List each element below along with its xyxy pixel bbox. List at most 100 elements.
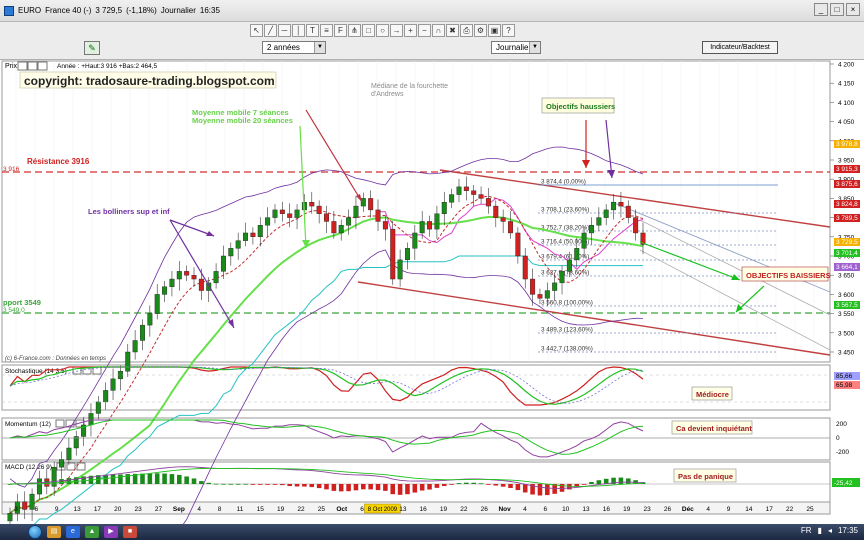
candle-body[interactable] xyxy=(243,232,249,241)
candle-body[interactable] xyxy=(7,513,13,522)
candle-body[interactable] xyxy=(36,478,42,495)
indicator-backtest-button[interactable]: Indicateur/Backtest xyxy=(702,41,778,54)
candle-body[interactable] xyxy=(559,271,565,284)
candle-body[interactable] xyxy=(154,294,160,314)
candle-body[interactable] xyxy=(95,401,101,414)
magnet-icon[interactable]: ∩ xyxy=(432,24,445,37)
candle-body[interactable] xyxy=(427,221,433,230)
candle-body[interactable] xyxy=(552,282,558,291)
candle-body[interactable] xyxy=(338,225,344,234)
candle-body[interactable] xyxy=(515,232,521,257)
candle-body[interactable] xyxy=(412,232,418,249)
minimize-button[interactable]: _ xyxy=(814,3,828,16)
draw-mode-icon[interactable]: ✎ xyxy=(84,41,100,55)
candle-body[interactable] xyxy=(206,282,212,291)
candle-body[interactable] xyxy=(485,198,491,207)
candle-body[interactable] xyxy=(331,221,337,234)
language-indicator[interactable]: FR xyxy=(801,526,812,535)
candle-body[interactable] xyxy=(566,259,572,272)
andrews-tool-icon[interactable]: ⋔ xyxy=(348,24,361,37)
candle-body[interactable] xyxy=(618,202,624,207)
candle-body[interactable] xyxy=(346,217,352,226)
zoom-in-icon[interactable]: + xyxy=(404,24,417,37)
candle-body[interactable] xyxy=(169,278,175,287)
candle-body[interactable] xyxy=(103,390,109,403)
volume-icon[interactable]: ◂ xyxy=(828,526,832,535)
candle-body[interactable] xyxy=(140,324,145,341)
chart-app-icon[interactable]: ▲ xyxy=(85,526,99,538)
candle-body[interactable] xyxy=(198,278,204,291)
panel-close-icon[interactable] xyxy=(37,61,48,71)
candle-body[interactable] xyxy=(633,217,639,234)
candle-body[interactable] xyxy=(471,190,477,195)
candle-body[interactable] xyxy=(228,248,234,257)
candle-body[interactable] xyxy=(596,217,602,226)
candle-body[interactable] xyxy=(544,290,550,299)
candle-body[interactable] xyxy=(449,194,455,203)
browser-icon[interactable]: e xyxy=(66,526,80,538)
candle-body[interactable] xyxy=(125,351,131,372)
zoom-icon[interactable] xyxy=(17,61,28,71)
candle-body[interactable] xyxy=(88,413,94,426)
candle-body[interactable] xyxy=(294,209,300,218)
candle-body[interactable] xyxy=(287,213,293,218)
print-icon[interactable]: ⎙ xyxy=(460,24,473,37)
candle-body[interactable] xyxy=(257,225,263,237)
period-select[interactable]: 2 années ▼ xyxy=(262,41,326,54)
help-icon[interactable]: ? xyxy=(502,24,515,37)
clock[interactable]: 17:35 xyxy=(838,526,858,535)
start-button[interactable] xyxy=(28,525,42,539)
candle-body[interactable] xyxy=(390,228,396,280)
candle-body[interactable] xyxy=(368,198,374,211)
candle-body[interactable] xyxy=(375,209,381,222)
candle-body[interactable] xyxy=(59,459,65,468)
restore-icon[interactable] xyxy=(27,61,38,71)
candle-body[interactable] xyxy=(522,255,528,280)
candle-body[interactable] xyxy=(110,378,116,391)
candle-body[interactable] xyxy=(611,202,617,211)
candle-body[interactable] xyxy=(132,340,138,353)
macd-restore-icon[interactable] xyxy=(66,462,76,471)
candle-body[interactable] xyxy=(279,209,285,214)
candle-body[interactable] xyxy=(397,259,403,280)
candle-body[interactable] xyxy=(360,198,366,207)
candle-body[interactable] xyxy=(456,186,462,195)
candle-body[interactable] xyxy=(147,313,153,326)
zoom-out-icon[interactable]: − xyxy=(418,24,431,37)
network-icon[interactable]: ▮ xyxy=(818,526,822,535)
candle-body[interactable] xyxy=(250,232,256,238)
candle-body[interactable] xyxy=(581,232,587,249)
candle-body[interactable] xyxy=(500,217,506,222)
candle-body[interactable] xyxy=(353,205,359,218)
chart-area[interactable]: 4 2004 1504 1004 0504 0003 9503 9003 850… xyxy=(0,60,864,540)
candle-body[interactable] xyxy=(66,447,72,460)
rectangle-tool-icon[interactable]: □ xyxy=(362,24,375,37)
channel-tool-icon[interactable]: ≡ xyxy=(320,24,333,37)
arrow-tool-icon[interactable]: → xyxy=(390,24,403,37)
candle-body[interactable] xyxy=(588,225,594,234)
candle-body[interactable] xyxy=(537,294,543,299)
vline-tool-icon[interactable]: │ xyxy=(292,24,305,37)
candle-body[interactable] xyxy=(316,205,322,214)
ellipse-tool-icon[interactable]: ○ xyxy=(376,24,389,37)
chart-canvas[interactable]: 4 2004 1504 1004 0504 0003 9503 9003 850… xyxy=(0,60,864,540)
candle-body[interactable] xyxy=(324,213,329,222)
candle-body[interactable] xyxy=(184,271,190,276)
cursor-tool-icon[interactable]: ↖ xyxy=(250,24,263,37)
settings-icon[interactable]: ⚙ xyxy=(474,24,487,37)
save-icon[interactable]: ▣ xyxy=(488,24,501,37)
explorer-icon[interactable]: ▤ xyxy=(47,526,61,538)
close-button[interactable]: × xyxy=(846,3,860,16)
candle-body[interactable] xyxy=(162,286,168,295)
candle-body[interactable] xyxy=(508,221,513,234)
candle-body[interactable] xyxy=(382,221,388,230)
candle-body[interactable] xyxy=(478,194,484,199)
candle-body[interactable] xyxy=(220,255,226,272)
candle-body[interactable] xyxy=(603,209,609,218)
candle-body[interactable] xyxy=(493,205,499,218)
candle-body[interactable] xyxy=(265,217,271,226)
candle-body[interactable] xyxy=(441,202,447,214)
candle-body[interactable] xyxy=(272,209,278,218)
candle-body[interactable] xyxy=(625,205,631,218)
interval-select[interactable]: Journalier ▼ xyxy=(491,41,541,54)
